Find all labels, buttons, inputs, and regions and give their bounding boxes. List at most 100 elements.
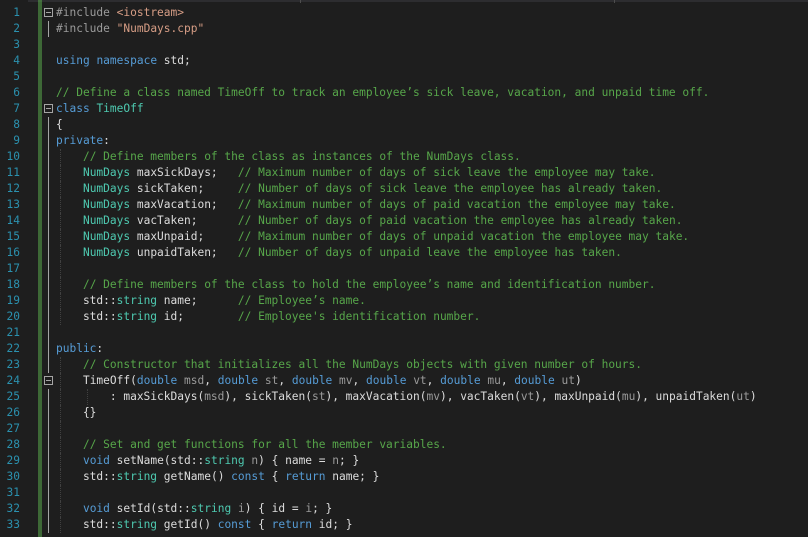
- code-token: ): [574, 374, 582, 387]
- code-line[interactable]: 20 std::string id; // Employee's identif…: [0, 309, 808, 325]
- code-line[interactable]: 2 #include "NumDays.cpp": [0, 21, 808, 37]
- code-lines[interactable]: 1 #include <iostream> 2 #include "NumDays.c…: [0, 5, 808, 533]
- code-token: const: [217, 518, 252, 531]
- code-text[interactable]: {}: [56, 405, 96, 421]
- code-line[interactable]: 6 // Define a class named TimeOff to trac…: [0, 85, 808, 101]
- code-line[interactable]: 5: [0, 69, 808, 85]
- code-token: ), vacTaken(: [439, 390, 521, 403]
- code-text[interactable]: public:: [56, 341, 103, 357]
- code-line[interactable]: 30 std::string getName() const { return …: [0, 469, 808, 485]
- code-token: namespace: [96, 54, 158, 67]
- code-text[interactable]: using namespace std;: [56, 53, 191, 69]
- line-number: 23: [6, 358, 20, 371]
- code-line[interactable]: 4 using namespace std;: [0, 53, 808, 69]
- code-text[interactable]: std::string getId() const { return id; }: [56, 517, 353, 533]
- code-token: // Employee's identification number.: [237, 310, 481, 323]
- code-token: std::: [56, 470, 117, 483]
- code-line[interactable]: 18 // Define members of the class to hol…: [0, 277, 808, 293]
- code-token: public: [56, 342, 97, 355]
- code-line[interactable]: 31: [0, 485, 808, 501]
- code-token: string: [190, 502, 232, 515]
- code-token: ut: [561, 374, 575, 387]
- code-line[interactable]: 7 class TimeOff: [0, 101, 808, 117]
- code-text[interactable]: NumDays unpaidTaken; // Number of days o…: [56, 245, 622, 261]
- code-token: // Set and get functions for all the mem…: [82, 438, 447, 451]
- code-token: ): [749, 390, 757, 403]
- line-number: 13: [6, 198, 20, 211]
- code-text[interactable]: TimeOff(double msd, double st, double mv…: [56, 373, 582, 389]
- code-line[interactable]: 14 NumDays vacTaken; // Number of days o…: [0, 213, 808, 229]
- code-token: std::: [56, 518, 117, 531]
- code-text[interactable]: NumDays maxUnpaid; // Maximum number of …: [56, 229, 689, 245]
- code-text[interactable]: NumDays maxSickDays; // Maximum number o…: [56, 165, 656, 181]
- line-number: 28: [6, 438, 20, 451]
- fold-region-line: [48, 229, 49, 245]
- code-line[interactable]: 9 private:: [0, 133, 808, 149]
- code-token: double: [366, 374, 407, 387]
- code-text[interactable]: NumDays sickTaken; // Number of days of …: [56, 181, 662, 197]
- code-text[interactable]: void setName(std::string n) { name = n; …: [56, 453, 359, 469]
- code-line[interactable]: 13 NumDays maxVacation; // Maximum numbe…: [0, 197, 808, 213]
- code-line[interactable]: 8{: [0, 117, 808, 133]
- code-token: i: [237, 502, 245, 515]
- code-text[interactable]: // Constructor that initializes all the …: [56, 357, 642, 373]
- code-text[interactable]: private:: [56, 133, 110, 149]
- code-line[interactable]: 10 // Define members of the class as ins…: [0, 149, 808, 165]
- code-text[interactable]: #include <iostream>: [56, 5, 184, 21]
- code-text[interactable]: // Define a class named TimeOff to track…: [56, 85, 709, 101]
- code-token: mu: [621, 390, 636, 403]
- collapse-toggle-icon[interactable]: [44, 376, 53, 385]
- fold-region-line: [48, 485, 49, 501]
- code-text[interactable]: std::string name; // Employee’s name.: [56, 293, 366, 309]
- code-text[interactable]: // Define members of the class as instan…: [56, 149, 521, 165]
- line-number: 33: [6, 518, 20, 531]
- code-line[interactable]: 32 void setId(std::string i) { id = i; }: [0, 501, 808, 517]
- code-line[interactable]: 25 : maxSickDays(msd), sickTaken(st), ma…: [0, 389, 808, 405]
- code-token: st: [311, 390, 326, 403]
- line-number: 5: [13, 70, 20, 83]
- code-text[interactable]: std::string id; // Employee's identifica…: [56, 309, 480, 325]
- code-line[interactable]: 22 public:: [0, 341, 808, 357]
- code-text[interactable]: NumDays maxVacation; // Maximum number o…: [56, 197, 676, 213]
- fold-region-line: [48, 453, 49, 469]
- code-text[interactable]: void setId(std::string i) { id = i; }: [56, 501, 332, 517]
- collapse-toggle-icon[interactable]: [44, 8, 53, 17]
- code-line[interactable]: 24 TimeOff(double msd, double st, double…: [0, 373, 808, 389]
- code-line[interactable]: 21: [0, 325, 808, 341]
- code-line[interactable]: 1 #include <iostream>: [0, 5, 808, 21]
- code-token: double: [514, 374, 555, 387]
- code-line[interactable]: 26 {}: [0, 405, 808, 421]
- code-text[interactable]: std::string getName() const { return nam…: [56, 469, 379, 485]
- code-text[interactable]: {: [56, 117, 63, 133]
- code-token: TimeOff: [82, 374, 131, 387]
- code-line[interactable]: 33 std::string getId() const { return id…: [0, 517, 808, 533]
- code-line[interactable]: 16 NumDays unpaidTaken; // Number of day…: [0, 245, 808, 261]
- code-line[interactable]: 23 // Constructor that initializes all t…: [0, 357, 808, 373]
- code-line[interactable]: 11 NumDays maxSickDays; // Maximum numbe…: [0, 165, 808, 181]
- code-token: string: [116, 518, 158, 531]
- code-text[interactable]: class TimeOff: [56, 101, 144, 117]
- code-line[interactable]: 15 NumDays maxUnpaid; // Maximum number …: [0, 229, 808, 245]
- code-token: ,: [278, 374, 292, 387]
- code-line[interactable]: 28 // Set and get functions for all the …: [0, 437, 808, 453]
- code-editor[interactable]: 1 #include <iostream> 2 #include "NumDays.c…: [0, 0, 808, 537]
- collapse-toggle-icon[interactable]: [44, 104, 53, 113]
- code-line[interactable]: 27: [0, 421, 808, 437]
- code-text[interactable]: #include "NumDays.cpp": [56, 21, 204, 37]
- code-text[interactable]: // Define members of the class to hold t…: [56, 277, 656, 293]
- code-line[interactable]: 12 NumDays sickTaken; // Number of days …: [0, 181, 808, 197]
- code-text[interactable]: // Set and get functions for all the mem…: [56, 437, 447, 453]
- code-text[interactable]: NumDays vacTaken; // Number of days of p…: [56, 213, 682, 229]
- line-number: 21: [6, 326, 20, 339]
- code-line[interactable]: 19 std::string name; // Employee’s name.: [0, 293, 808, 309]
- code-line[interactable]: 29 void setName(std::string n) { name = …: [0, 453, 808, 469]
- code-text[interactable]: : maxSickDays(msd), sickTaken(st), maxVa…: [56, 389, 757, 405]
- code-line[interactable]: 17: [0, 261, 808, 277]
- line-number: 10: [6, 150, 20, 163]
- code-line[interactable]: 3: [0, 37, 808, 53]
- code-token: // Define members of the class to hold t…: [82, 278, 656, 291]
